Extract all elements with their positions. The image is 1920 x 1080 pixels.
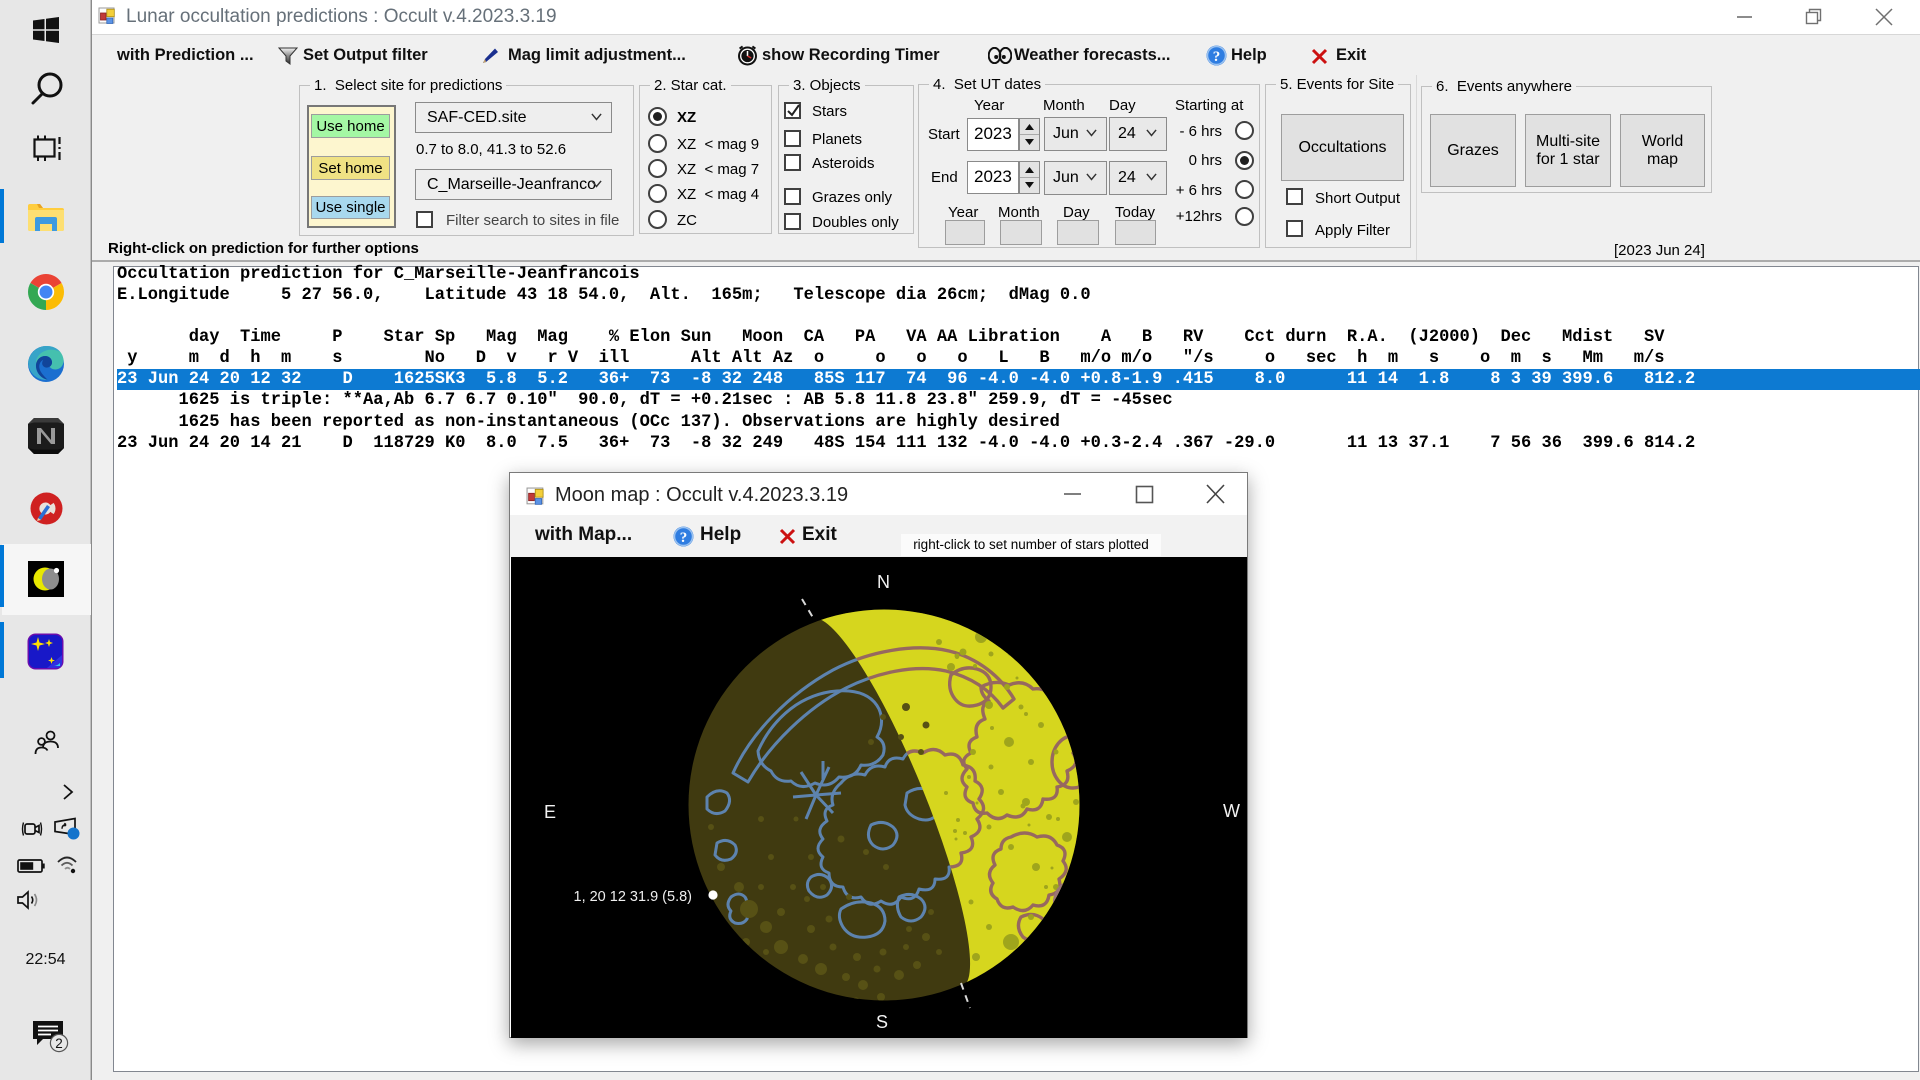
svg-text:?: ? bbox=[680, 530, 688, 546]
svg-text:E: E bbox=[544, 802, 556, 822]
svg-text:1, 20 12 31.9 (5.8): 1, 20 12 31.9 (5.8) bbox=[574, 889, 693, 905]
svg-text:2: 2 bbox=[55, 1036, 63, 1051]
svg-text:S: S bbox=[876, 1012, 888, 1032]
svg-text:W: W bbox=[1223, 801, 1240, 821]
svg-text:?: ? bbox=[1213, 49, 1221, 65]
svg-text:N: N bbox=[877, 572, 890, 592]
